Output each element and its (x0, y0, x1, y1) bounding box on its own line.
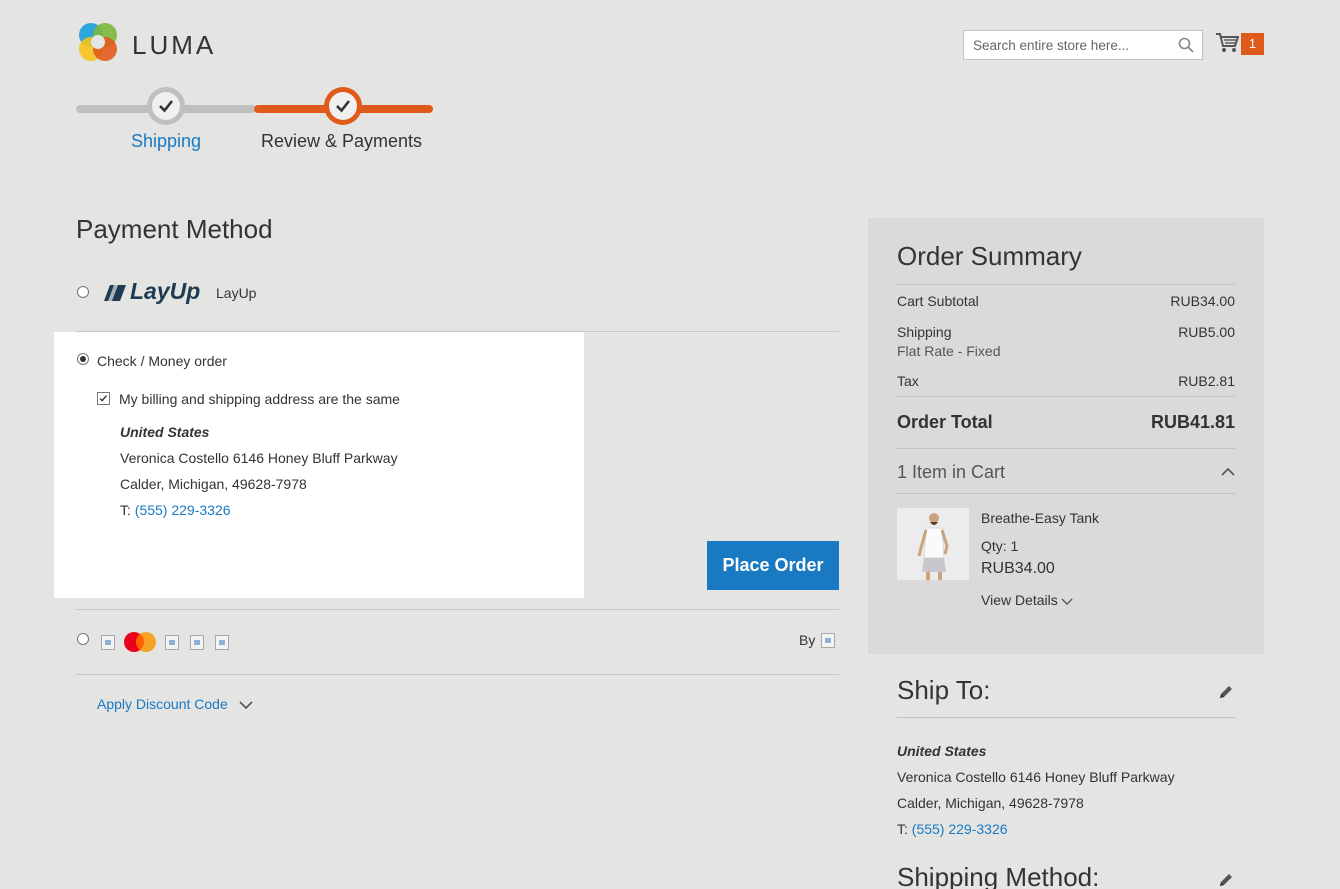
chevron-down-icon (239, 701, 253, 710)
chevron-down-icon (1061, 598, 1073, 606)
apply-discount-toggle[interactable]: Apply Discount Code (97, 696, 267, 714)
card-logo-image (165, 635, 179, 650)
search-input[interactable] (964, 31, 1164, 59)
billing-address-line1: Veronica Costello 6146 Honey Bluff Parkw… (120, 450, 398, 466)
divider (897, 493, 1235, 494)
product-price: RUB34.00 (981, 560, 1055, 577)
view-details-label[interactable]: View Details (981, 592, 1058, 608)
subtotal-value: RUB34.00 (1170, 293, 1235, 309)
layup-logo-text: LayUp (130, 278, 201, 304)
step-shipping-link[interactable]: Shipping (131, 131, 201, 152)
shipping-label: Shipping (897, 324, 952, 340)
luma-logo[interactable]: LUMA (76, 20, 226, 66)
shipping-method-label: Flat Rate - Fixed (897, 343, 1001, 359)
radio-card-payment[interactable] (77, 633, 89, 645)
radio-layup[interactable] (77, 286, 89, 298)
product-thumbnail (897, 508, 969, 580)
cart-icon[interactable] (1215, 32, 1239, 54)
cart-count-badge: 1 (1241, 33, 1264, 55)
layup-label: LayUp (216, 285, 257, 301)
radio-check-money-order[interactable] (77, 353, 89, 365)
card-provider-logo-image (821, 633, 835, 648)
divider (897, 448, 1235, 449)
step-review-marker (324, 87, 362, 125)
payment-method-title: Payment Method (76, 214, 273, 244)
place-order-button[interactable]: Place Order (707, 541, 839, 590)
ship-to-phone-prefix: T: (897, 821, 912, 837)
chevron-up-icon (1221, 467, 1235, 476)
ship-to-address-line1: Veronica Costello 6146 Honey Bluff Parkw… (897, 769, 1175, 785)
ship-to-phone: T: (555) 229-3326 (897, 821, 1008, 837)
card-logo-image (215, 635, 229, 650)
divider (76, 609, 839, 610)
luma-logo-icon (79, 23, 117, 61)
ship-to-title: Ship To: (897, 675, 991, 705)
logo-text: LUMA (132, 30, 217, 60)
divider (76, 674, 839, 675)
divider (897, 396, 1235, 397)
ship-to-country: United States (897, 743, 987, 759)
search-box[interactable] (963, 30, 1203, 60)
billing-phone-link[interactable]: (555) 229-3326 (135, 502, 231, 518)
check-icon (159, 100, 174, 113)
mastercard-icon (124, 632, 156, 652)
subtotal-label: Cart Subtotal (897, 293, 979, 309)
items-in-cart-toggle[interactable]: 1 Item in Cart (897, 462, 1235, 484)
product-image (897, 508, 969, 580)
minicart[interactable]: 1 (1215, 32, 1265, 56)
billing-country: United States (120, 424, 210, 440)
apply-discount-label[interactable]: Apply Discount Code (97, 696, 228, 712)
billing-phone: T: (555) 229-3326 (120, 502, 231, 518)
edit-pencil-icon[interactable] (1218, 872, 1234, 888)
step-review-label: Review & Payments (261, 131, 423, 151)
check-icon (336, 100, 351, 113)
order-total-value: RUB41.81 (1150, 412, 1235, 432)
billing-phone-prefix: T: (120, 502, 135, 518)
tax-label: Tax (897, 373, 919, 389)
view-details-toggle[interactable]: View Details (981, 592, 1081, 610)
divider (897, 717, 1235, 718)
ship-to-address-line2: Calder, Michigan, 49628-7978 (897, 795, 1084, 811)
card-provider-by-label: By (799, 632, 816, 648)
layup-mark-icon (104, 285, 126, 301)
ship-to-phone-link[interactable]: (555) 229-3326 (912, 821, 1008, 837)
card-logo-image (101, 635, 115, 650)
edit-pencil-icon[interactable] (1218, 684, 1234, 700)
step-shipping-marker (147, 87, 185, 125)
items-in-cart-label: 1 Item in Cart (897, 462, 1006, 482)
search-icon[interactable] (1178, 37, 1194, 53)
billing-address-line2: Calder, Michigan, 49628-7978 (120, 476, 307, 492)
same-address-label[interactable]: My billing and shipping address are the … (119, 391, 400, 407)
shipping-value: RUB5.00 (1178, 324, 1235, 340)
tax-value: RUB2.81 (1178, 373, 1235, 389)
divider (897, 284, 1235, 285)
check-money-order-label[interactable]: Check / Money order (97, 353, 227, 369)
order-total-label: Order Total (897, 412, 993, 432)
product-name: Breathe-Easy Tank (981, 510, 1100, 526)
shipping-method-title: Shipping Method: (897, 862, 1100, 889)
product-qty: Qty: 1 (981, 538, 1019, 554)
same-address-checkbox[interactable] (97, 392, 110, 405)
order-summary-title: Order Summary (897, 241, 1082, 271)
checkmark-icon (99, 395, 107, 402)
card-logo-image (190, 635, 204, 650)
